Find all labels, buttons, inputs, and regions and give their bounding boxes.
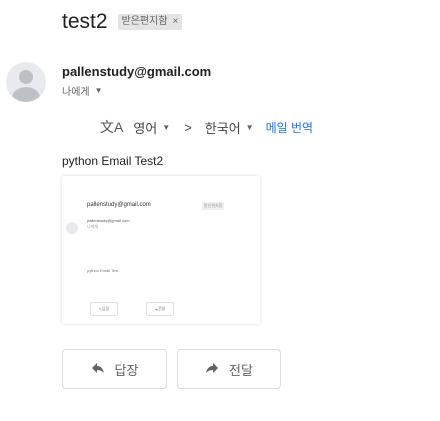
source-language-label: 영어 (133, 120, 158, 136)
chevron-down-icon: ▼ (245, 122, 254, 132)
recipient-details-toggle[interactable]: 나에게 ▼ (62, 83, 103, 98)
preview-body: python Email Test (87, 268, 119, 273)
sender-email: pallenstudy@gmail.com (62, 64, 212, 79)
avatar-icon[interactable] (6, 62, 46, 102)
preview-reply-button: ↰ 답장 (90, 302, 118, 316)
avatar-head (19, 70, 33, 84)
target-language-dropdown[interactable]: 한국어 ▼ (205, 118, 254, 137)
preview-line1: pallenstudy@gmail.com (87, 218, 130, 223)
reply-label: 답장 (114, 362, 139, 378)
reply-button[interactable]: 답장 (62, 349, 167, 389)
recipient-label: 나에게 (62, 87, 90, 98)
email-body: python Email Test2 (62, 154, 164, 168)
email-subject: test2 (62, 10, 108, 33)
preview-forward-label: 전달 (157, 306, 166, 311)
forward-button[interactable]: 전달 (177, 349, 281, 389)
preview-sender: pallenstudy@gmail.com (87, 202, 151, 208)
inbox-label-chip[interactable]: 받은편지함 × (117, 14, 183, 30)
translate-icon: 文A (100, 119, 124, 135)
remove-label-icon[interactable]: × (173, 16, 179, 28)
email-preview-thumbnail[interactable]: pallenstudy@gmail.com 받은편지함 pallenstudy@… (62, 176, 260, 324)
source-language-dropdown[interactable]: 영어 ▼ (133, 118, 170, 137)
translate-bar: 文A 영어 ▼ > 한국어 ▼ 메일 번역 (100, 117, 313, 137)
target-language-label: 한국어 (204, 120, 241, 136)
chevron-down-icon: ▼ (162, 122, 171, 132)
reply-icon (91, 361, 105, 378)
inbox-label-text: 받은편지함 (121, 16, 168, 27)
preview-forward-button: ➜ 전달 (146, 302, 174, 316)
forward-icon (205, 361, 219, 378)
chevron-down-icon: ▼ (94, 86, 103, 95)
preview-reply-label: 답장 (101, 306, 110, 311)
translate-message-link[interactable]: 메일 번역 (266, 119, 314, 136)
preview-label-chip: 받은편지함 (202, 202, 225, 210)
avatar-body (12, 87, 40, 102)
translate-arrow: > (184, 119, 192, 135)
subject-row: test2 받은편지함 × (62, 10, 183, 34)
preview-avatar-icon (66, 222, 78, 234)
preview-line2: 나에게 (87, 224, 99, 229)
forward-label: 전달 (229, 362, 253, 378)
